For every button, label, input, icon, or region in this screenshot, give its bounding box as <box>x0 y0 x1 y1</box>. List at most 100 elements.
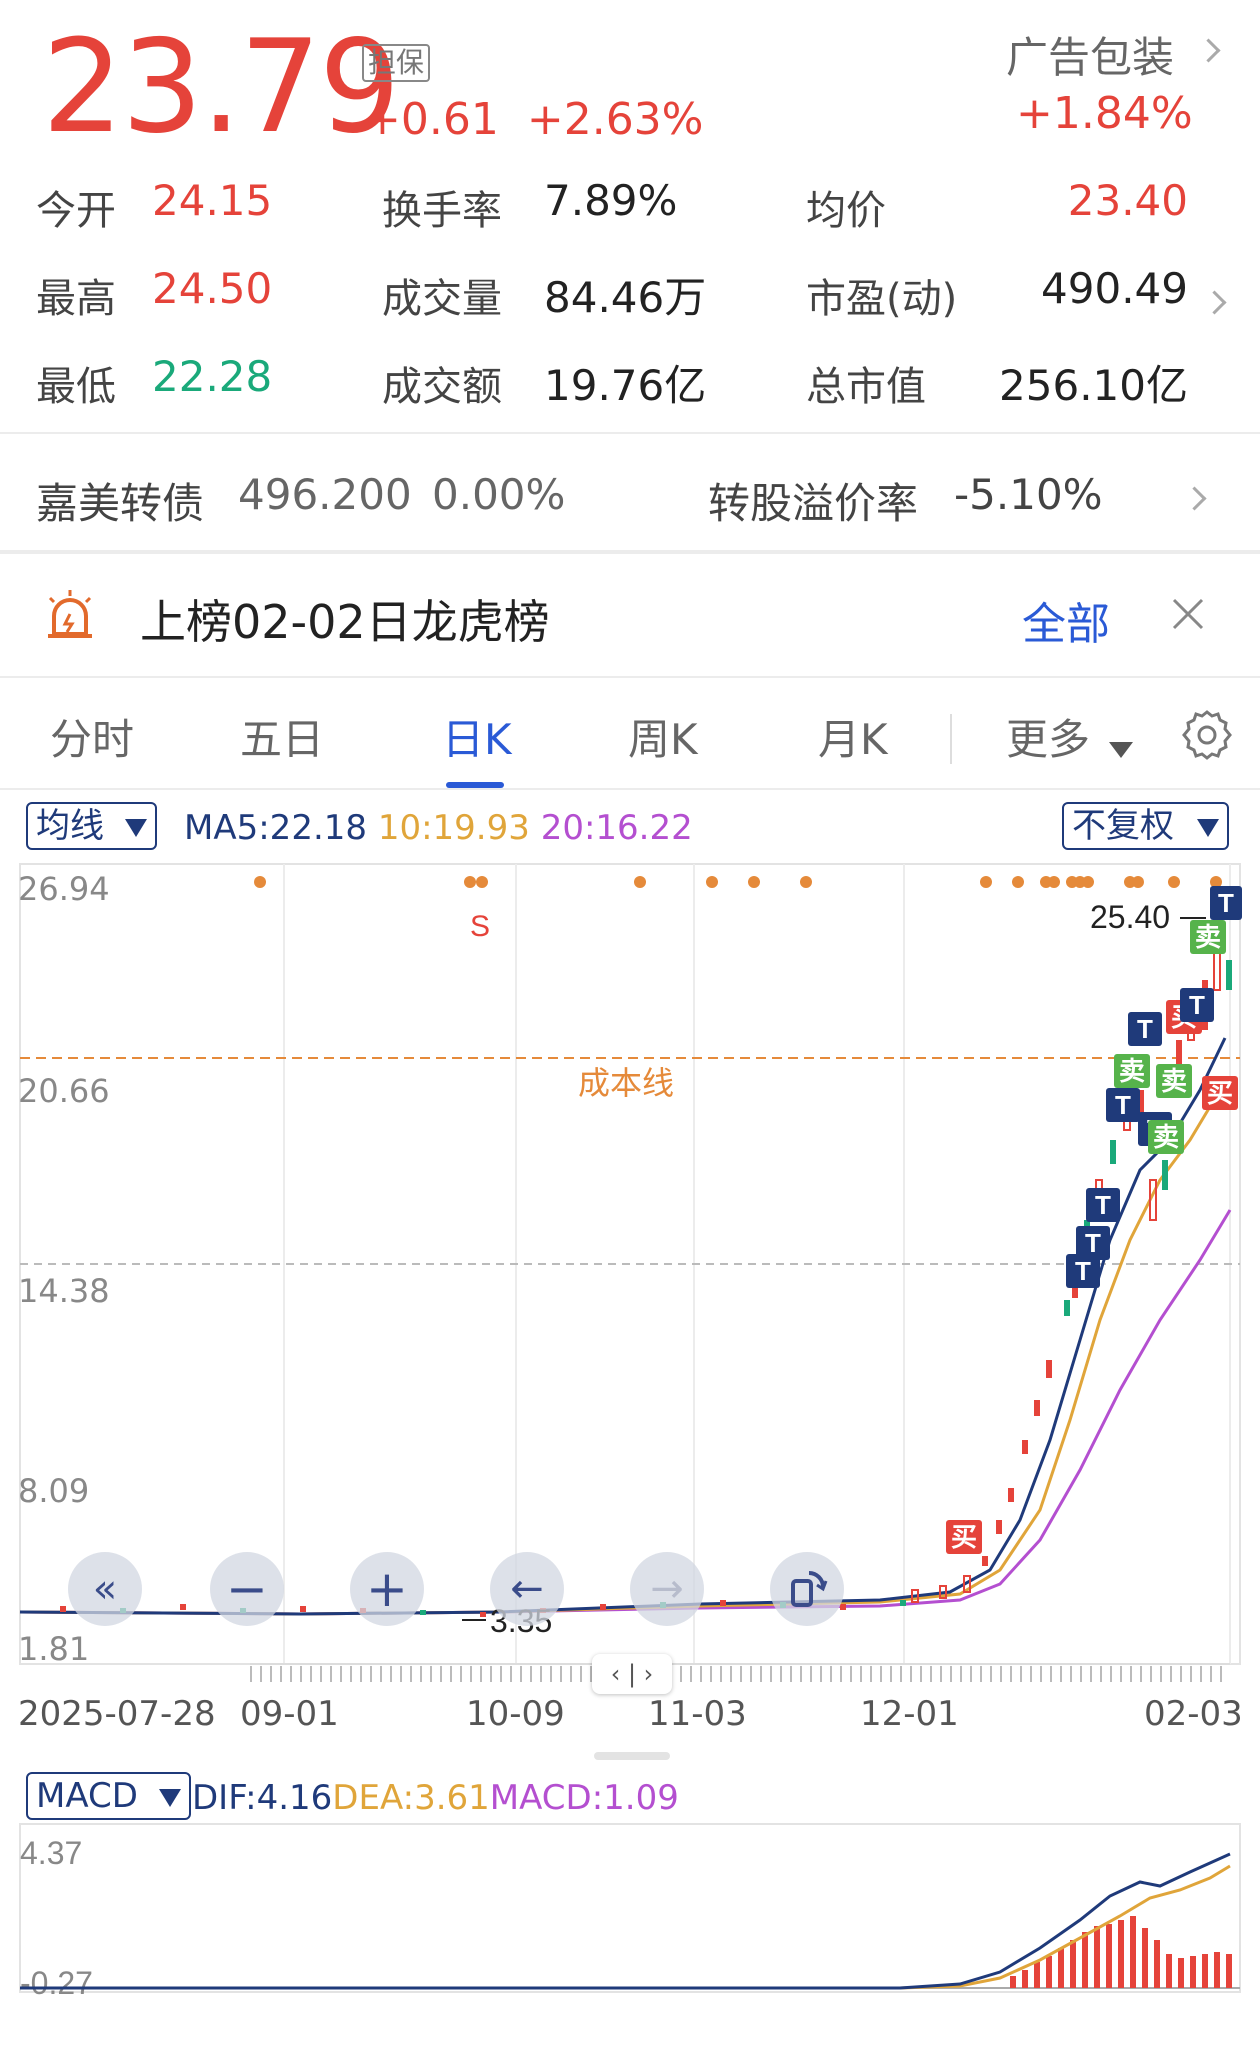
more-dropdown[interactable]: 更多 <box>1006 706 1134 767</box>
zoom-out-button[interactable]: − <box>210 1552 284 1626</box>
close-icon[interactable] <box>1170 596 1206 632</box>
ma5-line <box>19 1037 1227 1616</box>
ma10-line <box>19 1089 1222 1616</box>
rotate-screen-button[interactable] <box>770 1552 844 1626</box>
svg-text:T: T <box>1075 1256 1091 1286</box>
chevron-right-icon <box>1182 486 1207 511</box>
alarm-icon <box>48 590 92 638</box>
rotate-icon <box>791 1571 828 1607</box>
stat-label-volume: 成交量 <box>382 276 502 322</box>
bond-price: 496.200 <box>238 470 412 519</box>
stat-value-high: 24.50 <box>152 264 273 313</box>
gear-icon[interactable] <box>1178 706 1236 764</box>
change-value: +0.61 <box>364 94 499 145</box>
trade-flags: 买 T T T T T T 卖 卖 卖 买 T 买 卖 T <box>946 886 1242 1554</box>
panel-drag-bar[interactable] <box>594 1752 670 1760</box>
stat-label-avg: 均价 <box>806 188 886 234</box>
macd-y-tick: -0.27 <box>20 1965 93 2000</box>
ma20-line <box>19 1209 1232 1616</box>
convertible-bond-row[interactable]: 嘉美转债 496.200 0.00% 转股溢价率 -5.10% <box>0 434 1260 550</box>
adjust-selector-label: 不复权 <box>1072 806 1174 846</box>
stat-label-open: 今开 <box>36 188 116 234</box>
signal-dots <box>254 876 1222 888</box>
svg-text:T: T <box>1218 888 1234 918</box>
y-tick: 1.81 <box>18 1630 89 1668</box>
margin-badge: 担保 <box>362 44 431 82</box>
svg-text:卖: 卖 <box>1153 1122 1179 1152</box>
notice-all-link[interactable]: 全部 <box>1022 588 1110 652</box>
sell-flag: 卖 <box>1156 1064 1192 1098</box>
y-tick: 14.38 <box>18 1272 110 1310</box>
stats-expand-icon[interactable] <box>1202 290 1227 315</box>
stat-value-open: 24.15 <box>152 176 273 225</box>
ma-selector[interactable]: 均线 <box>26 802 157 850</box>
stat-value-mktcap: 256.10亿 <box>999 361 1188 410</box>
last-price: 23.79 <box>42 13 400 162</box>
x-label: 2025-07-28 <box>18 1694 216 1734</box>
macd-value: MACD:1.09 <box>489 1778 679 1818</box>
stat-value-amount: 19.76亿 <box>544 361 707 410</box>
tab-five-day[interactable]: 五日 <box>240 706 324 767</box>
stat-label-pe: 市盈(动) <box>806 276 958 322</box>
price-change: +0.61 +2.63% <box>364 94 704 145</box>
dea-value: DEA:3.61 <box>332 1778 490 1818</box>
svg-text:卖: 卖 <box>1195 922 1221 952</box>
svg-text:T: T <box>1085 1228 1101 1258</box>
svg-text:买: 买 <box>951 1522 977 1552</box>
sell-flag: 卖 <box>1190 920 1226 954</box>
t-flag: T <box>1128 1012 1162 1046</box>
stat-label-turnover: 换手率 <box>382 188 502 234</box>
max-price-marker: 25.40 <box>1090 899 1170 935</box>
macd-selector-label: MACD <box>36 1776 138 1816</box>
tab-weekly-k[interactable]: 周K <box>628 706 698 767</box>
svg-text:T: T <box>1137 1014 1153 1044</box>
t-flag: T <box>1106 1088 1140 1122</box>
chevron-right-icon <box>1196 38 1221 63</box>
x-label: 12-01 <box>860 1694 959 1734</box>
y-tick: 26.94 <box>18 870 110 908</box>
sector-link[interactable]: 广告包装 +1.84% <box>1000 20 1230 140</box>
bond-premium-value: -5.10% <box>954 470 1103 519</box>
stat-label-amount: 成交额 <box>382 364 502 410</box>
t-flag: T <box>1210 886 1242 920</box>
scroll-start-button[interactable]: « <box>68 1552 142 1626</box>
svg-text:T: T <box>1095 1190 1111 1220</box>
svg-text:买: 买 <box>1207 1078 1233 1108</box>
ma5-value: MA5:22.18 <box>184 808 368 848</box>
tab-intraday[interactable]: 分时 <box>50 706 134 767</box>
x-axis-ticks <box>250 1666 1230 1682</box>
y-tick: 20.66 <box>18 1072 110 1110</box>
scroll-left-button[interactable]: ← <box>490 1552 564 1626</box>
x-label: 09-01 <box>240 1694 339 1734</box>
macd-selector[interactable]: MACD <box>26 1772 191 1820</box>
zoom-in-button[interactable]: + <box>350 1552 424 1626</box>
ma-selector-label: 均线 <box>36 806 104 846</box>
caret-down-icon <box>158 1789 181 1807</box>
macd-chart[interactable]: 4.37 -0.27 <box>0 1820 1260 2000</box>
cost-line-label: 成本线 <box>578 1065 674 1101</box>
tab-daily-k[interactable]: 日K <box>442 706 512 767</box>
dragon-tiger-notice[interactable]: 上榜02-02日龙虎榜 全部 <box>0 556 1260 674</box>
kline-chart[interactable]: 成本线 26.94 20.66 14.38 8.09 1.81 S 买 T T … <box>0 860 1260 1680</box>
stat-value-avg: 23.40 <box>1067 176 1188 225</box>
stat-value-volume: 84.46万 <box>544 273 707 322</box>
stat-label-high: 最高 <box>36 276 116 322</box>
buy-flag: 买 <box>1202 1076 1238 1110</box>
adjust-selector[interactable]: 不复权 <box>1062 802 1229 850</box>
scroll-right-button[interactable]: → <box>630 1552 704 1626</box>
y-tick: 8.09 <box>18 1472 89 1510</box>
tab-monthly-k[interactable]: 月K <box>818 706 888 767</box>
svg-text:卖: 卖 <box>1119 1056 1145 1086</box>
ma20-value: 20:16.22 <box>540 808 693 848</box>
drag-handle[interactable]: ‹ | › <box>592 1654 672 1694</box>
t-flag: T <box>1086 1188 1120 1222</box>
svg-text:卖: 卖 <box>1161 1066 1187 1096</box>
bond-premium-label: 转股溢价率 <box>708 479 919 528</box>
x-label: 10-09 <box>466 1694 565 1734</box>
buy-flag: 买 <box>946 1520 982 1554</box>
more-label: 更多 <box>1006 715 1091 764</box>
macd-values: DIF:4.16DEA:3.61MACD:1.09 <box>192 1778 679 1818</box>
t-flag: T <box>1180 988 1214 1022</box>
ma-values: MA5:22.18 10:19.93 20:16.22 <box>184 808 693 848</box>
caret-down-icon <box>124 819 147 837</box>
